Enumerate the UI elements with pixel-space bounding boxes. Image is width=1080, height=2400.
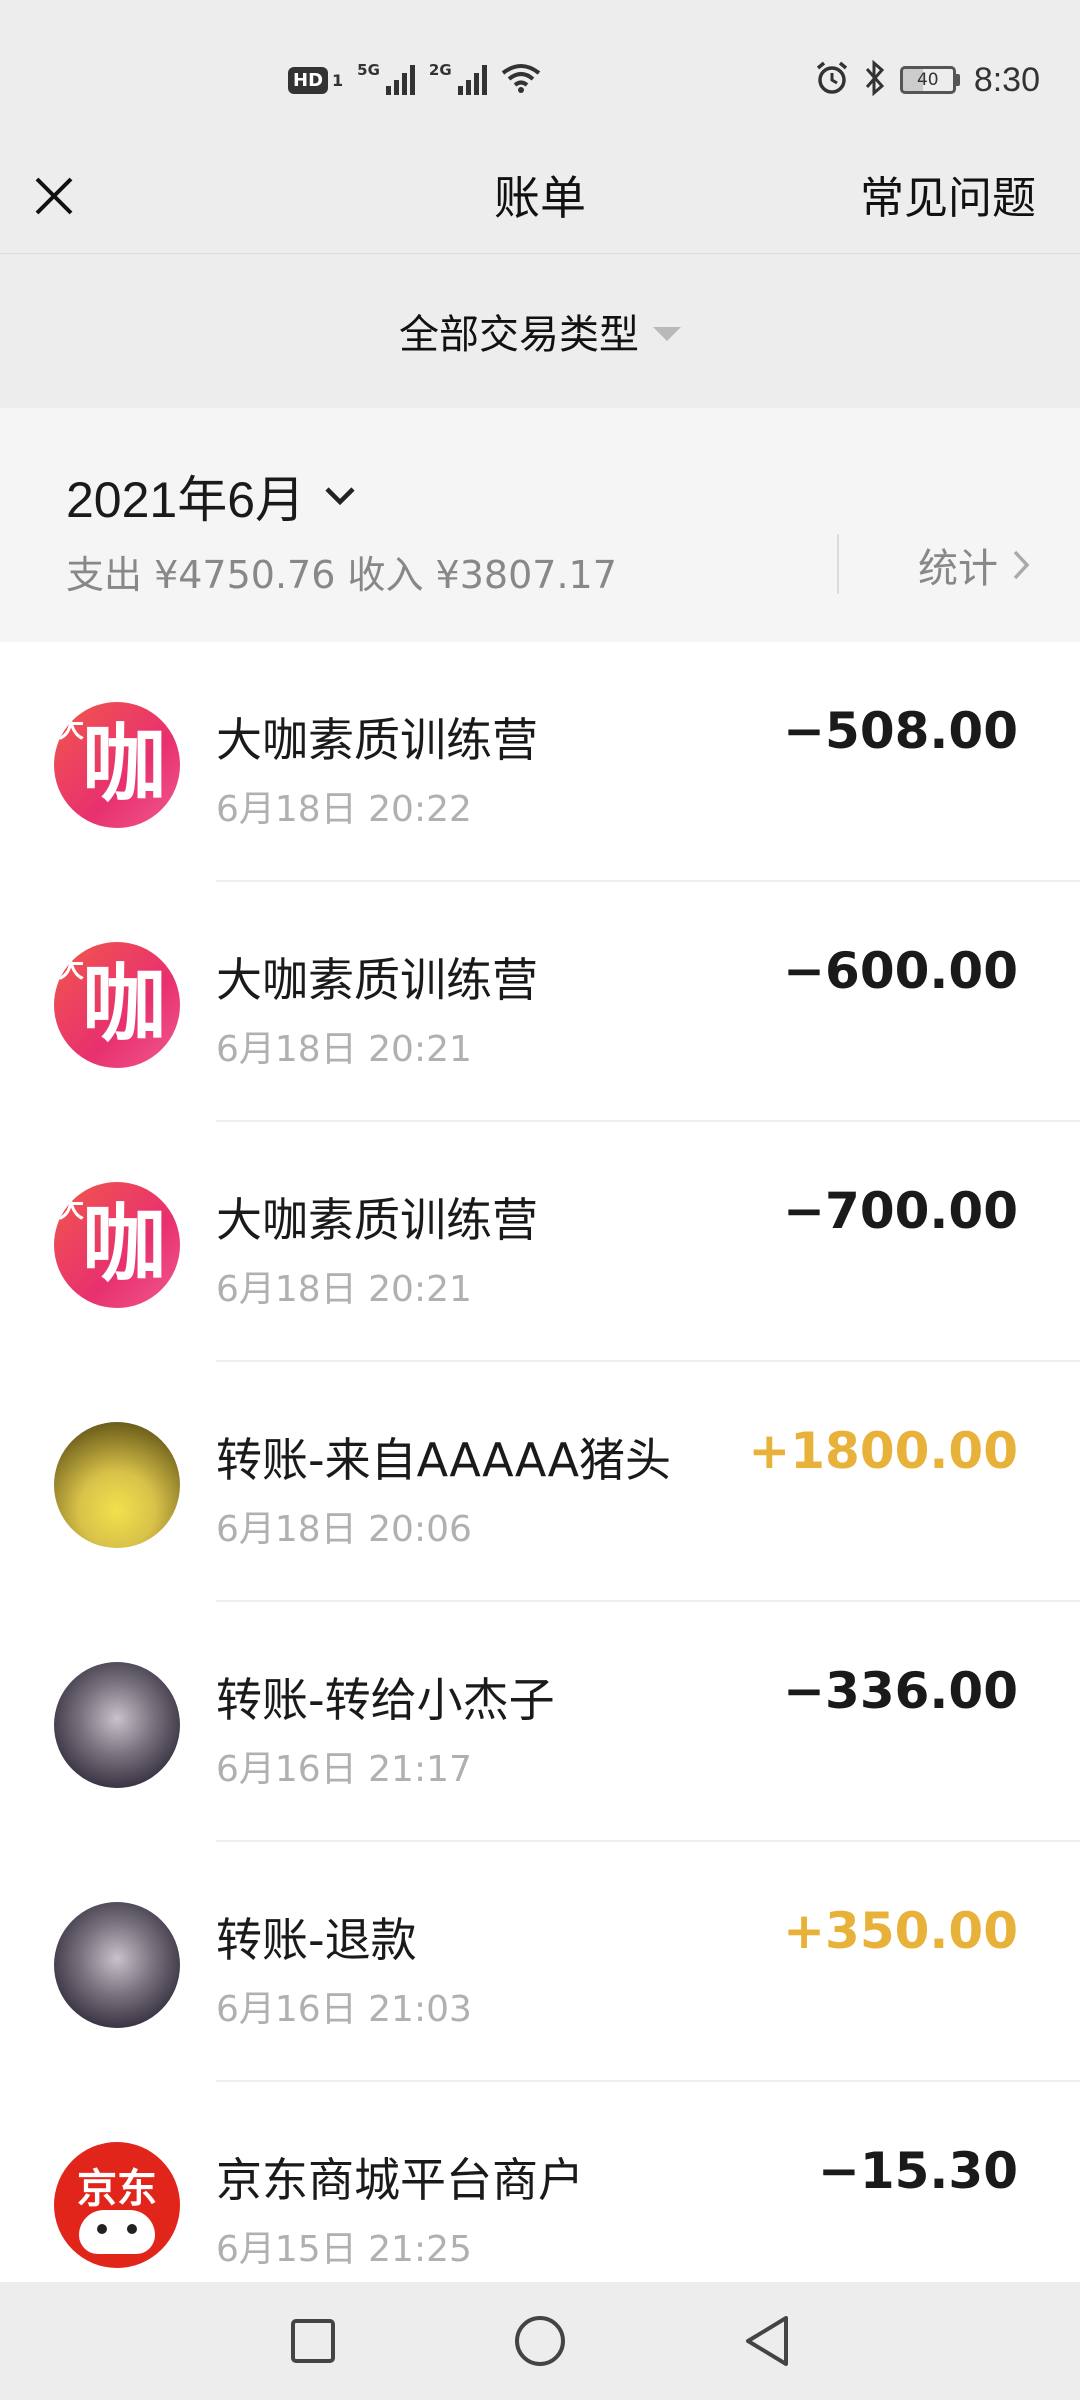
hd-badge: HD	[288, 66, 329, 94]
transaction-name: 大咖素质训练营	[216, 713, 538, 767]
month-summary: 2021年6月 支出 ¥4750.76 收入 ¥3807.17 统计	[0, 408, 1080, 642]
transaction-row[interactable]: 京东 京东商城平台商户 6月15日 21:25 −15.30	[0, 2082, 1080, 2282]
chevron-right-icon	[1013, 550, 1030, 580]
transaction-time: 6月15日 21:25	[216, 2229, 472, 2270]
battery-level: 40	[899, 66, 956, 94]
signal-icon	[385, 65, 415, 95]
wifi-icon	[501, 62, 541, 98]
transaction-type-filter[interactable]: 全部交易类型	[399, 302, 681, 360]
stats-label: 统计	[918, 546, 998, 592]
triangle-down-icon	[653, 327, 681, 341]
contact-avatar	[54, 1662, 180, 1788]
network-5g-label: 5G	[357, 61, 380, 79]
back-triangle-icon	[745, 2316, 788, 2366]
system-nav-bar	[0, 2282, 1080, 2400]
summary-divider	[837, 534, 839, 594]
alarm-icon	[814, 60, 850, 100]
transaction-time: 6月18日 20:06	[216, 1509, 472, 1550]
header: 账单 常见问题	[0, 140, 1080, 254]
transaction-row[interactable]: 大 咖 大咖素质训练营 6月18日 20:21 −700.00	[0, 1122, 1080, 1362]
faq-link[interactable]: 常见问题	[860, 162, 1036, 226]
recents-button[interactable]	[273, 2301, 353, 2381]
transaction-row[interactable]: 转账-转给小杰子 6月16日 21:17 −336.00	[0, 1602, 1080, 1842]
transaction-amount: −508.00	[783, 702, 1018, 760]
transaction-list: 大 咖 大咖素质训练营 6月18日 20:22 −508.00 大 咖 大咖素质…	[0, 642, 1080, 2282]
back-button[interactable]	[727, 2301, 807, 2381]
month-selector[interactable]: 2021年6月	[66, 460, 357, 532]
bluetooth-icon	[864, 59, 886, 101]
transaction-time: 6月16日 21:03	[216, 1989, 472, 2030]
contact-avatar	[54, 1422, 180, 1548]
contact-avatar	[54, 1902, 180, 2028]
transaction-name: 转账-退款	[216, 1913, 417, 1967]
transaction-row[interactable]: 转账-来自AAAAA猪头 6月18日 20:06 +1800.00	[0, 1362, 1080, 1602]
merchant-avatar: 大 咖	[54, 702, 180, 828]
transaction-name: 转账-来自AAAAA猪头	[216, 1433, 672, 1487]
transaction-time: 6月18日 20:21	[216, 1269, 472, 1310]
transaction-time: 6月16日 21:17	[216, 1749, 472, 1790]
chevron-down-icon	[325, 487, 355, 506]
transaction-amount: −700.00	[783, 1182, 1018, 1240]
transaction-row[interactable]: 大 咖 大咖素质训练营 6月18日 20:21 −600.00	[0, 882, 1080, 1122]
transaction-name: 转账-转给小杰子	[216, 1673, 555, 1727]
filter-bar: 全部交易类型	[0, 254, 1080, 408]
square-icon	[291, 2319, 336, 2363]
status-left: HD 1 5G 2G	[288, 58, 541, 102]
status-bar: HD 1 5G 2G 40 8:30	[0, 0, 1080, 160]
transaction-name: 大咖素质训练营	[216, 953, 538, 1007]
circle-icon	[514, 2316, 565, 2366]
merchant-avatar: 大 咖	[54, 1182, 180, 1308]
transaction-amount: +1800.00	[748, 1422, 1018, 1480]
home-button[interactable]	[500, 2301, 580, 2381]
transaction-amount: +350.00	[783, 1902, 1018, 1960]
network-2g-label: 2G	[428, 61, 452, 79]
stats-link[interactable]: 统计	[918, 536, 1030, 594]
transaction-row[interactable]: 转账-退款 6月16日 21:03 +350.00	[0, 1842, 1080, 2082]
status-right: 40 8:30	[814, 56, 1040, 104]
transaction-row[interactable]: 大 咖 大咖素质训练营 6月18日 20:22 −508.00	[0, 642, 1080, 882]
merchant-avatar: 大 咖	[54, 942, 180, 1068]
summary-totals: 支出 ¥4750.76 收入 ¥3807.17	[66, 553, 617, 597]
month-label: 2021年6月	[66, 472, 306, 528]
battery-icon: 40	[899, 66, 960, 94]
transaction-amount: −15.30	[817, 2142, 1018, 2200]
transaction-time: 6月18日 20:21	[216, 1029, 472, 1070]
transaction-name: 京东商城平台商户	[216, 2153, 584, 2207]
clock: 8:30	[973, 60, 1040, 99]
filter-label: 全部交易类型	[399, 312, 639, 358]
sim-indicator: 1	[332, 70, 344, 90]
transaction-name: 大咖素质训练营	[216, 1193, 538, 1247]
transaction-time: 6月18日 20:22	[216, 789, 472, 830]
transaction-amount: −336.00	[783, 1662, 1018, 1720]
signal-icon-2	[457, 65, 487, 95]
transaction-amount: −600.00	[783, 942, 1018, 1000]
jd-logo-avatar: 京东	[54, 2142, 180, 2268]
